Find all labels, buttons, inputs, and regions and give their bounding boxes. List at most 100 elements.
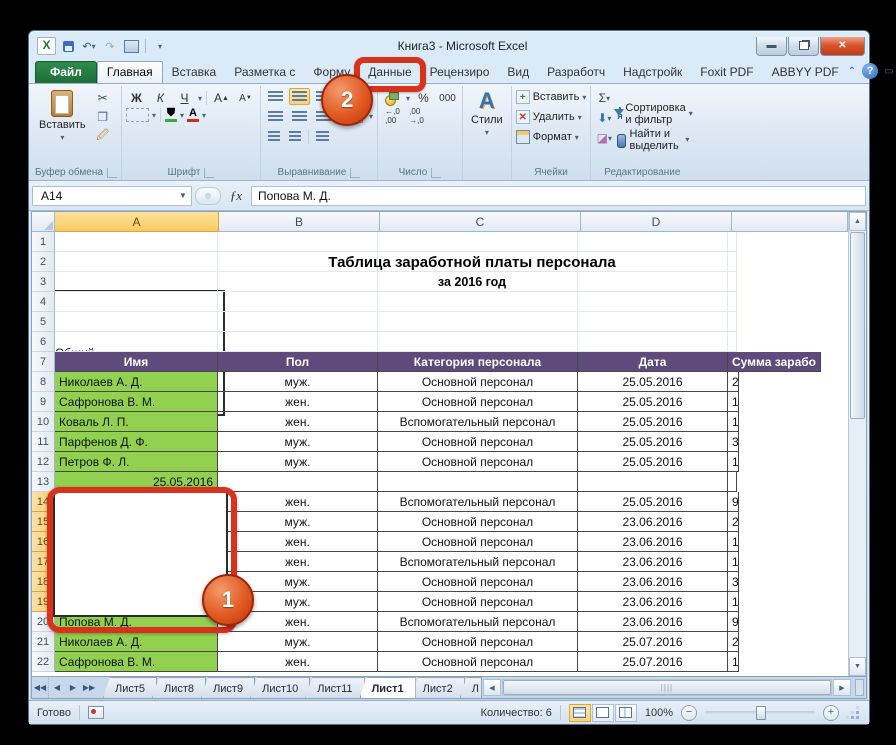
cell-B8[interactable]: муж.	[218, 372, 378, 392]
row-header-19[interactable]: 19	[32, 592, 55, 612]
cell-C9[interactable]: Основной персонал	[378, 392, 578, 412]
cell-A18[interactable]: Парфенов Д. Ф.	[55, 572, 218, 592]
align-middle-button[interactable]	[289, 88, 310, 105]
cell-B17[interactable]: жен.	[218, 552, 378, 572]
quick-table-button[interactable]	[122, 38, 140, 54]
cell-C8[interactable]: Основной персонал	[378, 372, 578, 392]
cell-A19[interactable]: Петров Ф. Л.	[55, 592, 218, 612]
cell-D3[interactable]	[578, 272, 728, 292]
cell-A20[interactable]: Попова М. Д.	[55, 612, 218, 632]
sheet-tab-Лист9[interactable]: Лист9	[201, 677, 255, 698]
cell-B1[interactable]	[218, 232, 378, 252]
resize-grip[interactable]	[847, 707, 859, 719]
clear-button[interactable]: ◪ ▾	[595, 130, 613, 146]
cell-A12[interactable]: Петров Ф. Л.	[55, 452, 218, 472]
cell-A8[interactable]: Николаев А. Д.	[55, 372, 218, 392]
dialog-launcher-icon[interactable]	[350, 168, 360, 178]
cut-button[interactable]: ✂	[94, 90, 112, 106]
zoom-in-button[interactable]: +	[823, 705, 839, 721]
cell-E17[interactable]: 1	[728, 552, 739, 572]
vertical-scroll-track[interactable]	[849, 420, 866, 657]
column-header-D[interactable]: D	[581, 212, 732, 232]
cell-D1[interactable]	[578, 232, 728, 252]
sheet-tab-Лист11[interactable]: Лист11	[305, 677, 364, 698]
cell-C13[interactable]	[378, 472, 578, 492]
cell-E18[interactable]: 3	[728, 572, 739, 592]
undo-button[interactable]: ↶▾	[80, 38, 98, 54]
row-header-21[interactable]: 21	[32, 632, 55, 652]
row-header-12[interactable]: 12	[32, 452, 55, 472]
fill-color-button[interactable]: ⛊	[165, 108, 177, 122]
sheet-tab-Лист1[interactable]: Лист1	[360, 677, 416, 698]
cell-C14[interactable]: Вспомогательный персонал	[378, 492, 578, 512]
cell-E21[interactable]: 2	[728, 632, 739, 652]
cell-D12[interactable]: 25.05.2016	[578, 452, 728, 472]
tab-split-handle[interactable]	[855, 679, 864, 696]
copy-button[interactable]: ❐	[94, 109, 112, 125]
decrease-font-button[interactable]: А▼	[235, 90, 256, 106]
cell-D8[interactable]: 25.05.2016	[578, 372, 728, 392]
row-header-8[interactable]: 8	[32, 372, 55, 392]
cell-D5[interactable]	[578, 312, 728, 332]
last-sheet-icon[interactable]: ▶▶	[81, 677, 97, 698]
cell-D6[interactable]	[578, 332, 728, 352]
row-header-16[interactable]: 16	[32, 532, 55, 552]
format-painter-button[interactable]: 🖉	[94, 128, 112, 144]
cell-D2[interactable]	[578, 252, 728, 272]
cell-C19[interactable]: Основной персонал	[378, 592, 578, 612]
select-all-corner[interactable]	[32, 212, 55, 232]
cell-D15[interactable]: 23.06.2016	[578, 512, 728, 532]
dialog-launcher-icon[interactable]	[431, 168, 441, 178]
tab-Главная[interactable]: Главная	[97, 61, 163, 83]
cell-E8[interactable]: 2	[728, 372, 739, 392]
scroll-down-icon[interactable]: ▼	[849, 657, 866, 676]
cell-B12[interactable]: муж.	[218, 452, 378, 472]
tab-Разработч[interactable]: Разработч	[538, 62, 614, 83]
cell-C16[interactable]: Основной персонал	[378, 532, 578, 552]
row-header-5[interactable]: 5	[32, 312, 55, 332]
fill-button[interactable]: ⬇ ▾	[595, 110, 613, 126]
cell-D13[interactable]	[578, 472, 728, 492]
tab-Данные[interactable]: Данные2	[359, 62, 420, 83]
row-header-9[interactable]: 9	[32, 392, 55, 412]
align-center-button[interactable]	[289, 108, 310, 125]
cell-E2[interactable]	[728, 252, 737, 272]
insert-cells-button[interactable]: + Вставить▾	[516, 88, 587, 106]
sheet-tab-Лист5[interactable]: Лист5	[103, 677, 157, 698]
increase-decimal-button[interactable]: ←,0,00	[382, 108, 403, 124]
cell-D17[interactable]: 23.06.2016	[578, 552, 728, 572]
column-header-A[interactable]: A	[55, 212, 219, 232]
scroll-up-icon[interactable]: ▲	[849, 212, 866, 231]
cell-B21[interactable]: муж.	[218, 632, 378, 652]
vertical-scrollbar[interactable]: ▲ ▼	[848, 212, 866, 676]
tab-Вид[interactable]: Вид	[498, 62, 538, 83]
cell-A10[interactable]: Коваль Л. П.	[55, 412, 218, 432]
format-cells-button[interactable]: Формат▾	[516, 128, 587, 146]
cell-B13[interactable]	[218, 472, 378, 492]
tab-file[interactable]: Файл	[35, 61, 97, 83]
tab-Разметка с[interactable]: Разметка с	[225, 62, 304, 83]
column-header-B[interactable]: B	[219, 212, 380, 232]
scroll-left-icon[interactable]: ◀	[483, 679, 501, 696]
cell-D19[interactable]: 23.06.2016	[578, 592, 728, 612]
cell-B2[interactable]	[218, 252, 378, 272]
minimize-ribbon-icon[interactable]: ⌃	[848, 66, 856, 77]
cell-C3[interactable]	[378, 272, 578, 292]
cell-E11[interactable]: 3	[728, 432, 739, 452]
row-header-4[interactable]: 4	[32, 292, 55, 312]
cell-D11[interactable]: 25.05.2016	[578, 432, 728, 452]
row-header-17[interactable]: 17	[32, 552, 55, 572]
cell-D18[interactable]: 23.06.2016	[578, 572, 728, 592]
cell-E15[interactable]: 2	[728, 512, 739, 532]
cell-A16[interactable]: Сафронова В. М.	[55, 532, 218, 552]
cell-E19[interactable]: 1	[728, 592, 739, 612]
cell-E7[interactable]: Сумма зарабо	[728, 352, 821, 372]
cell-B7[interactable]: Пол	[218, 352, 378, 372]
font-color-button[interactable]: А	[187, 108, 199, 122]
styles-button[interactable]: А Стили ▾	[467, 88, 507, 165]
formula-input[interactable]: Попова М. Д.	[251, 186, 866, 206]
cell-E22[interactable]: 1	[728, 652, 739, 672]
next-sheet-icon[interactable]: ▶	[65, 677, 81, 698]
cell-A22[interactable]: Сафронова В. М.	[55, 652, 218, 672]
cell-A1[interactable]	[55, 232, 218, 252]
